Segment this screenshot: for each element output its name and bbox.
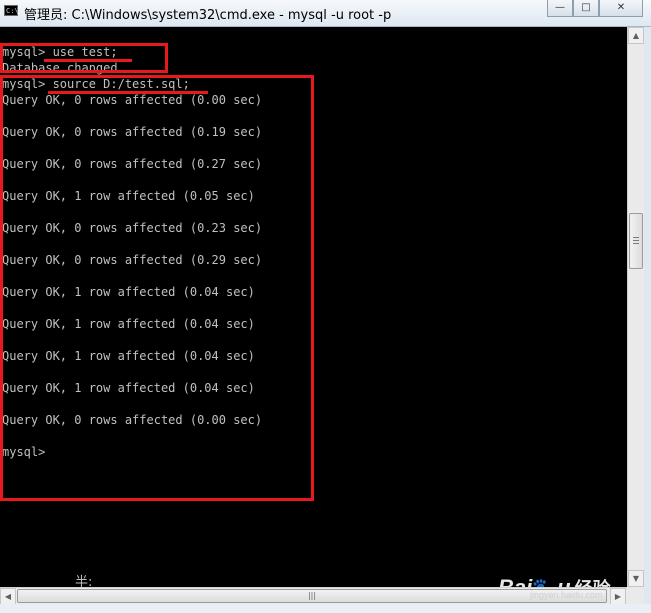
close-button[interactable]: ✕ <box>599 0 643 17</box>
scroll-left-icon[interactable]: ◀ <box>0 588 16 605</box>
horizontal-scroll-thumb[interactable]: ||| <box>17 589 607 603</box>
vertical-scrollbar[interactable]: ▲ ▼ <box>627 27 644 587</box>
console-output[interactable]: mysql> Query OK, 0 rows affected (0.00 se… <box>0 27 627 587</box>
scroll-right-icon[interactable]: ▶ <box>610 588 626 605</box>
watermark-brand: Bai <box>498 575 532 587</box>
scroll-up-icon[interactable]: ▲ <box>628 27 644 44</box>
minimize-button[interactable]: — <box>547 0 573 17</box>
scrollbar-corner <box>627 587 644 604</box>
highlight-box-source-output <box>0 75 314 501</box>
highlight-box-use-test <box>0 43 168 73</box>
ime-indicator: 半: <box>75 575 93 587</box>
maximize-button[interactable]: □ <box>573 0 599 17</box>
watermark-brand-end: u <box>557 575 570 587</box>
window-bottom-frame <box>0 604 651 613</box>
grip-line <box>633 243 639 244</box>
underline-source-cmd <box>48 91 208 94</box>
grip-line <box>633 237 639 238</box>
scroll-down-icon[interactable]: ▼ <box>628 570 644 587</box>
vertical-scroll-thumb[interactable] <box>629 213 643 269</box>
cmd-app-icon[interactable]: C:\ <box>4 5 19 16</box>
watermark-url: jingyan.baidu.com <box>530 590 603 600</box>
title-bar[interactable]: C:\ 管理员: C:\Windows\system32\cmd.exe - m… <box>0 0 651 27</box>
baidu-watermark: Bai🐾u 经验 <box>498 575 611 587</box>
cmd-window: C:\ 管理员: C:\Windows\system32\cmd.exe - m… <box>0 0 651 613</box>
watermark-suffix: 经验 <box>575 579 611 587</box>
underline-use-test <box>44 59 132 62</box>
window-controls: — □ ✕ <box>547 0 643 18</box>
paw-icon: 🐾 <box>532 578 557 587</box>
grip-line <box>633 240 639 241</box>
window-title: 管理员: C:\Windows\system32\cmd.exe - mysql… <box>24 8 392 23</box>
